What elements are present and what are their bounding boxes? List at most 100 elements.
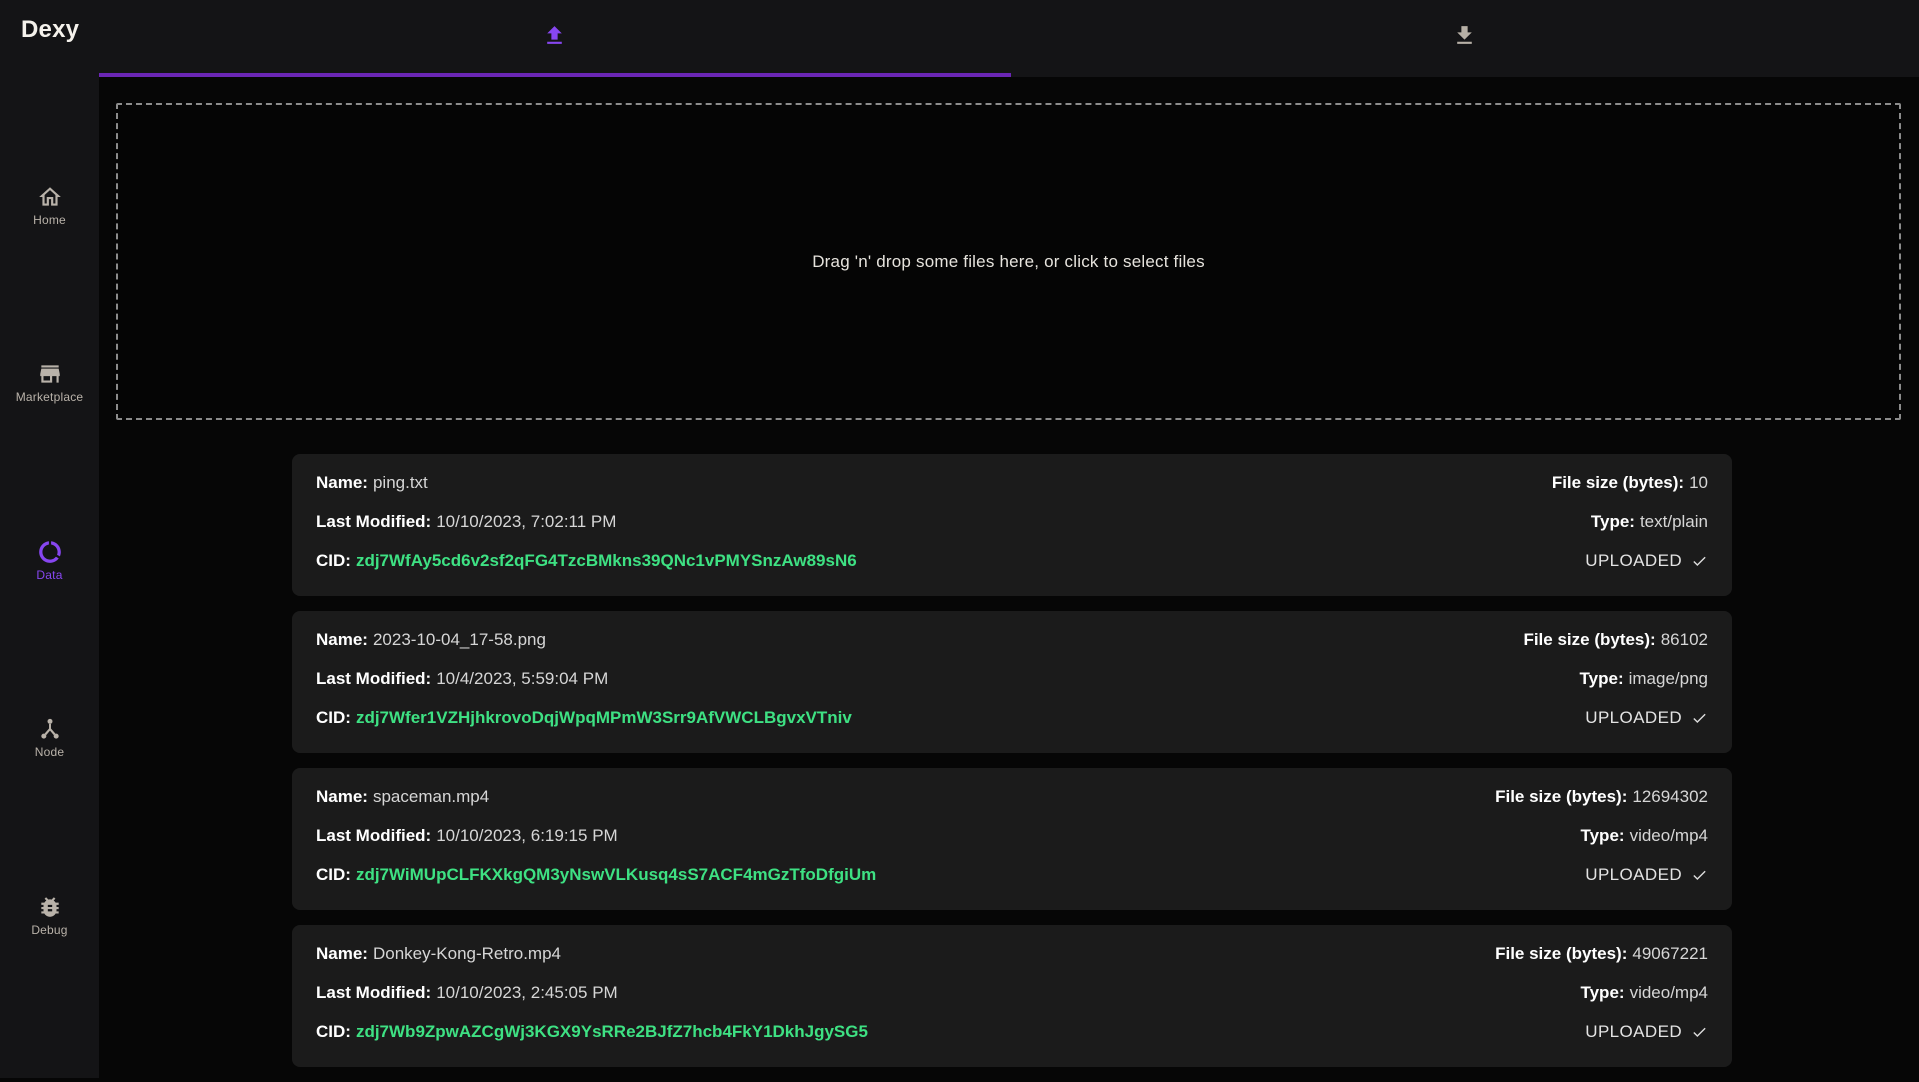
check-icon [1691, 553, 1708, 570]
sidebar-item-data[interactable]: Data [0, 539, 99, 582]
file-size-row: File size (bytes): 12694302 [1495, 787, 1708, 807]
file-cid-link[interactable]: zdj7Wb9ZpwAZCgWj3KGX9YsRRe2BJfZ7hcb4FkY1… [356, 1022, 868, 1041]
file-size-label: File size (bytes): [1495, 944, 1627, 963]
file-name-row: Name: ping.txt [316, 473, 857, 493]
cid-label: CID: [316, 551, 351, 570]
file-size-row: File size (bytes): 10 [1552, 473, 1708, 493]
file-type-value: image/png [1629, 669, 1708, 688]
file-modified-row: Last Modified: 10/10/2023, 2:45:05 PM [316, 983, 868, 1003]
file-cid-link[interactable]: zdj7WiMUpCLFKXkgQM3yNswVLKusq4sS7ACF4mGz… [356, 865, 876, 884]
file-modified-row: Last Modified:10/4/2023, 5:59:04 PM [316, 669, 852, 689]
file-modified-value: 10/10/2023, 6:19:15 PM [436, 826, 617, 845]
file-status-row: UPLOADED [1585, 708, 1708, 728]
last-modified-label: Last Modified: [316, 512, 431, 531]
file-list: Name:ping.txt Last Modified:10/10/2023, … [292, 454, 1732, 1082]
marketplace-icon [37, 361, 63, 387]
file-cid-link[interactable]: zdj7WfAy5cd6v2sf2qFG4TzcBMkns39QNc1vPMYS… [356, 551, 857, 570]
tab-upload[interactable] [99, 0, 1009, 77]
sidebar: Dexy Home Marketplace Data Node Debug [0, 0, 99, 1078]
download-icon [1452, 23, 1477, 48]
type-label: Type: [1580, 983, 1624, 1002]
file-cid-row: CID:zdj7Wfer1VZHjhkrovoDqjWpqMPmW3Srr9Af… [316, 708, 852, 728]
type-label: Type: [1580, 826, 1624, 845]
file-card: Name: 2023-10-04_17-58.png Last Modified:… [292, 611, 1732, 753]
file-card: Name:Donkey-Kong-Retro.mp4 Last Modified… [292, 925, 1732, 1067]
file-size-value: 12694302 [1632, 787, 1708, 806]
app-logo: Dexy [0, 0, 99, 44]
check-icon [1691, 1024, 1708, 1041]
tab-download[interactable] [1009, 0, 1919, 77]
tabs [99, 0, 1919, 77]
file-name-value: 2023-10-04_17-58.png [373, 630, 546, 649]
file-name-row: Name: 2023-10-04_17-58.png [316, 630, 852, 650]
file-card-right: File size (bytes): 10 Type: text/plain UPL… [1552, 473, 1708, 571]
file-name-row: Name: spaceman.mp4 [316, 787, 876, 807]
name-label: Name: [316, 473, 368, 492]
file-type-value: text/plain [1640, 512, 1708, 531]
type-label: Type: [1591, 512, 1635, 531]
file-card-right: File size (bytes): 12694302 Type: video/mp… [1495, 787, 1708, 885]
file-card-right: File size (bytes): 86102 Type: image/png U… [1523, 630, 1708, 728]
file-type-value: video/mp4 [1630, 826, 1708, 845]
type-label: Type: [1580, 669, 1624, 688]
sidebar-item-label: Node [35, 745, 65, 759]
file-name-value: ping.txt [373, 473, 428, 492]
file-size-label: File size (bytes): [1552, 473, 1684, 492]
sidebar-item-marketplace[interactable]: Marketplace [0, 361, 99, 404]
dropzone-text: Drag 'n' drop some files here, or click … [812, 252, 1205, 272]
file-card-left: Name: 2023-10-04_17-58.png Last Modified:… [316, 630, 852, 728]
cid-label: CID: [316, 1022, 351, 1041]
file-status-row: UPLOADED [1585, 1022, 1708, 1042]
check-icon [1691, 710, 1708, 727]
bug-icon [37, 894, 63, 920]
file-dropzone[interactable]: Drag 'n' drop some files here, or click … [116, 103, 1901, 420]
sidebar-item-home[interactable]: Home [0, 184, 99, 227]
file-type-row: Type:video/mp4 [1580, 983, 1708, 1003]
file-size-label: File size (bytes): [1495, 787, 1627, 806]
file-modified-value: 10/10/2023, 2:45:05 PM [436, 983, 617, 1002]
name-label: Name: [316, 944, 368, 963]
file-status-row: UPLOADED [1585, 865, 1708, 885]
file-status-row: UPLOADED [1585, 551, 1708, 571]
file-size-row: File size (bytes): 86102 [1523, 630, 1708, 650]
name-label: Name: [316, 630, 368, 649]
file-size-label: File size (bytes): [1523, 630, 1655, 649]
last-modified-label: Last Modified: [316, 669, 431, 688]
cid-label: CID: [316, 865, 351, 884]
status-badge: UPLOADED [1585, 551, 1682, 571]
file-cid-row: CID: zdj7Wb9ZpwAZCgWj3KGX9YsRRe2BJfZ7hcb4… [316, 1022, 868, 1042]
file-card-right: File size (bytes): 49067221 Type:video/mp… [1495, 944, 1708, 1042]
name-label: Name: [316, 787, 368, 806]
status-badge: UPLOADED [1585, 1022, 1682, 1042]
file-cid-link[interactable]: zdj7Wfer1VZHjhkrovoDqjWpqMPmW3Srr9AfVWCL… [356, 708, 852, 727]
file-card-left: Name: ping.txt Last Modified: 10/10/2023, … [316, 473, 857, 571]
data-usage-icon [37, 539, 63, 565]
status-badge: UPLOADED [1585, 708, 1682, 728]
sidebar-item-label: Home [33, 213, 66, 227]
sidebar-item-node[interactable]: Node [0, 716, 99, 759]
file-card: Name: spaceman.mp4 Last Modified:10/10/20… [292, 768, 1732, 910]
file-cid-row: CID: zdj7WiMUpCLFKXkgQM3yNswVLKusq4sS7ACF… [316, 865, 876, 885]
file-size-value: 86102 [1661, 630, 1708, 649]
sidebar-item-debug[interactable]: Debug [0, 894, 99, 937]
file-name-value: spaceman.mp4 [373, 787, 489, 806]
file-modified-value: 10/10/2023, 7:02:11 PM [436, 512, 616, 531]
status-badge: UPLOADED [1585, 865, 1682, 885]
sidebar-item-label: Debug [31, 923, 67, 937]
top-tab-bar [99, 0, 1919, 77]
home-icon [37, 184, 63, 210]
file-type-row: Type: text/plain [1591, 512, 1708, 532]
sidebar-item-label: Data [36, 568, 62, 582]
file-modified-row: Last Modified: 10/10/2023, 7:02:11 PM [316, 512, 857, 532]
file-type-row: Type: image/png [1580, 669, 1708, 689]
file-modified-row: Last Modified:10/10/2023, 6:19:15 PM [316, 826, 876, 846]
sidebar-item-label: Marketplace [16, 390, 84, 404]
file-name-row: Name:Donkey-Kong-Retro.mp4 [316, 944, 868, 964]
file-size-value: 10 [1689, 473, 1708, 492]
file-size-value: 49067221 [1632, 944, 1708, 963]
file-card-left: Name: spaceman.mp4 Last Modified:10/10/20… [316, 787, 876, 885]
file-size-row: File size (bytes): 49067221 [1495, 944, 1708, 964]
last-modified-label: Last Modified: [316, 983, 431, 1002]
file-type-row: Type: video/mp4 [1580, 826, 1708, 846]
node-hub-icon [37, 716, 63, 742]
